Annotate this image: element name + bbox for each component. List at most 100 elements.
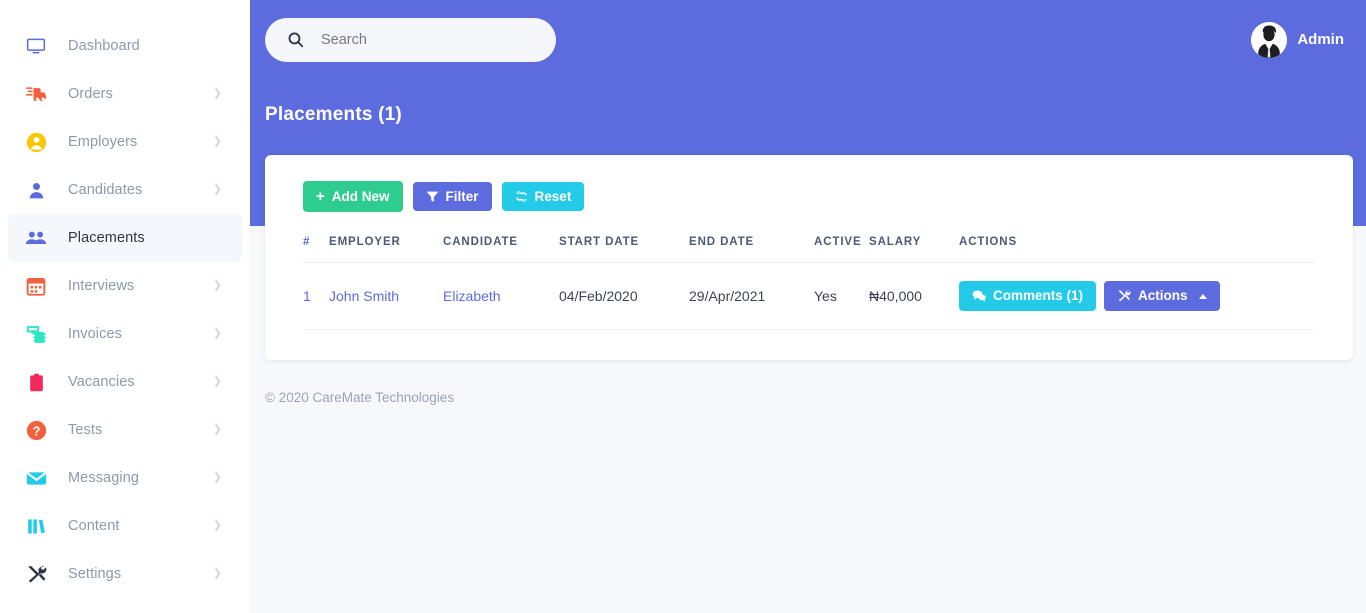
sidebar: Dashboard Orders ❯ Employers ❯ Candidate… xyxy=(0,0,250,613)
chevron-right-icon: ❯ xyxy=(212,135,222,148)
sidebar-item-label: Messaging xyxy=(68,470,140,486)
sidebar-item-label: Settings xyxy=(68,566,122,582)
sidebar-item-settings[interactable]: Settings ❯ xyxy=(8,550,242,598)
profile-name: Admin xyxy=(1297,31,1344,48)
filter-label: Filter xyxy=(445,188,479,204)
chevron-right-icon: ❯ xyxy=(212,567,222,580)
sidebar-item-employers[interactable]: Employers ❯ xyxy=(8,118,242,166)
sidebar-item-label: Employers xyxy=(68,134,138,150)
avatar xyxy=(1251,21,1288,58)
sidebar-item-interviews[interactable]: Interviews ❯ xyxy=(8,262,242,310)
column-header-actions: ACTIONS xyxy=(959,236,1315,263)
chevron-right-icon: ❯ xyxy=(212,375,222,388)
search-icon xyxy=(287,31,304,48)
calendar-icon xyxy=(24,274,48,298)
table-head: # EMPLOYER CANDIDATE START DATE END DATE… xyxy=(303,236,1315,263)
profile-menu[interactable]: Admin xyxy=(1251,21,1344,58)
sidebar-item-label: Orders xyxy=(68,86,113,102)
monitor-icon xyxy=(24,34,48,58)
comments-button[interactable]: Comments (1) xyxy=(959,281,1097,311)
chevron-right-icon: ❯ xyxy=(212,423,222,436)
funnel-icon xyxy=(426,190,439,203)
comments-label: Comments (1) xyxy=(993,288,1084,304)
sidebar-item-label: Dashboard xyxy=(68,38,140,54)
page-scrollbar[interactable] xyxy=(1358,0,1366,613)
money-icon xyxy=(24,322,48,346)
comments-icon xyxy=(972,289,986,303)
envelope-icon xyxy=(24,466,48,490)
sidebar-item-vacancies[interactable]: Vacancies ❯ xyxy=(8,358,242,406)
column-header-number[interactable]: # xyxy=(303,236,329,263)
candidate-link[interactable]: Elizabeth xyxy=(443,288,501,304)
column-header-candidate[interactable]: CANDIDATE xyxy=(443,236,559,263)
reset-label: Reset xyxy=(534,188,572,204)
cell-active: Yes xyxy=(814,262,869,330)
chevron-right-icon: ❯ xyxy=(212,471,222,484)
column-header-end-date[interactable]: END DATE xyxy=(689,236,814,263)
actions-dropdown-button[interactable]: Actions xyxy=(1104,281,1220,311)
shipping-icon xyxy=(24,82,48,106)
sidebar-item-label: Tests xyxy=(68,422,103,438)
sidebar-item-placements[interactable]: Placements xyxy=(8,214,242,262)
sidebar-item-label: Vacancies xyxy=(68,374,135,390)
sidebar-item-content[interactable]: Content ❯ xyxy=(8,502,242,550)
sidebar-item-dashboard[interactable]: Dashboard xyxy=(8,22,242,70)
sidebar-item-label: Placements xyxy=(68,230,145,246)
column-header-employer[interactable]: EMPLOYER xyxy=(329,236,443,263)
table-row: 1 John Smith Elizabeth 04/Feb/2020 29/Ap… xyxy=(303,262,1315,330)
sidebar-item-label: Candidates xyxy=(68,182,143,198)
tools-icon xyxy=(24,562,48,586)
reset-button[interactable]: Reset xyxy=(501,181,585,212)
user-circle-icon xyxy=(24,130,48,154)
users-icon xyxy=(24,226,48,250)
svg-text:?: ? xyxy=(32,424,40,438)
sidebar-item-tests[interactable]: ? Tests ❯ xyxy=(8,406,242,454)
clipboard-icon xyxy=(24,370,48,394)
sidebar-item-label: Interviews xyxy=(68,278,135,294)
cell-start-date: 04/Feb/2020 xyxy=(559,262,689,330)
sidebar-item-label: Invoices xyxy=(68,326,122,342)
plus-icon: + xyxy=(316,188,325,205)
cell-number: 1 xyxy=(303,262,329,330)
cell-actions: Comments (1) Actions xyxy=(959,262,1315,330)
topbar: Admin xyxy=(250,0,1366,79)
column-header-salary[interactable]: SALARY xyxy=(869,236,959,263)
column-header-start-date[interactable]: START DATE xyxy=(559,236,689,263)
placements-card: + Add New Filter Reset # EMPLOYER CANDID… xyxy=(265,155,1353,360)
placements-table: # EMPLOYER CANDIDATE START DATE END DATE… xyxy=(303,236,1315,330)
chevron-right-icon: ❯ xyxy=(212,327,222,340)
sidebar-item-invoices[interactable]: Invoices ❯ xyxy=(8,310,242,358)
sidebar-item-messaging[interactable]: Messaging ❯ xyxy=(8,454,242,502)
table-header-row: # EMPLOYER CANDIDATE START DATE END DATE… xyxy=(303,236,1315,263)
cell-salary: ₦40,000 xyxy=(869,262,959,330)
tools-icon xyxy=(1117,289,1131,303)
actions-label: Actions xyxy=(1138,288,1188,304)
filter-button[interactable]: Filter xyxy=(412,181,492,212)
column-header-active[interactable]: ACTIVE xyxy=(814,236,869,263)
user-icon xyxy=(24,178,48,202)
sidebar-item-orders[interactable]: Orders ❯ xyxy=(8,70,242,118)
cell-end-date: 29/Apr/2021 xyxy=(689,262,814,330)
sidebar-item-candidates[interactable]: Candidates ❯ xyxy=(8,166,242,214)
refresh-icon xyxy=(515,190,528,203)
cell-candidate: Elizabeth xyxy=(443,262,559,330)
add-new-button[interactable]: + Add New xyxy=(303,181,403,212)
table-body: 1 John Smith Elizabeth 04/Feb/2020 29/Ap… xyxy=(303,262,1315,330)
add-new-label: Add New xyxy=(331,188,390,204)
search-input[interactable] xyxy=(321,31,521,48)
table-toolbar: + Add New Filter Reset xyxy=(303,181,1315,212)
employer-link[interactable]: John Smith xyxy=(329,288,399,304)
chevron-right-icon: ❯ xyxy=(212,279,222,292)
books-icon xyxy=(24,514,48,538)
sidebar-nav-list: Dashboard Orders ❯ Employers ❯ Candidate… xyxy=(0,0,250,598)
caret-up-icon xyxy=(1198,293,1207,299)
page-title: Placements (1) xyxy=(265,104,402,125)
row-action-group: Comments (1) Actions xyxy=(959,281,1315,311)
question-circle-icon: ? xyxy=(24,418,48,442)
chevron-right-icon: ❯ xyxy=(212,87,222,100)
cell-employer: John Smith xyxy=(329,262,443,330)
search-box[interactable] xyxy=(265,17,556,62)
sidebar-item-label: Content xyxy=(68,518,120,534)
main-content: Admin Placements (1) + Add New Filter xyxy=(250,0,1366,613)
footer-copyright: © 2020 CareMate Technologies xyxy=(265,390,455,405)
